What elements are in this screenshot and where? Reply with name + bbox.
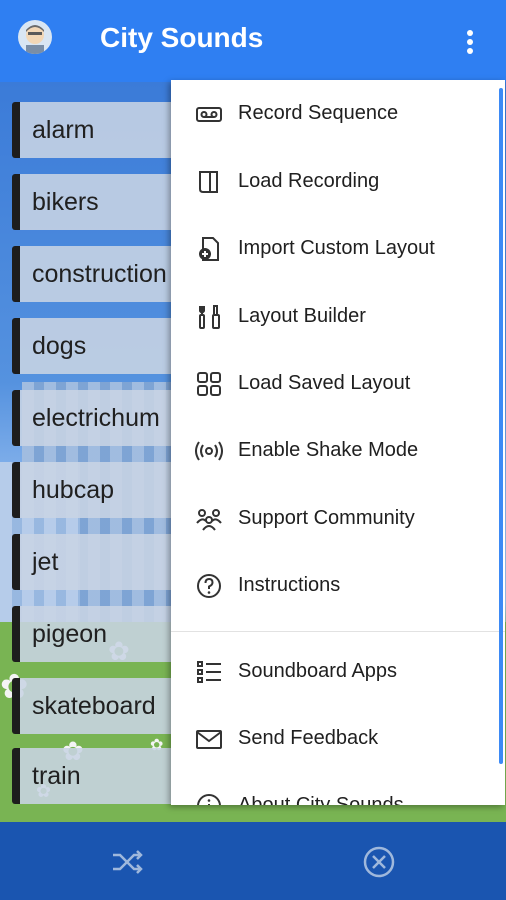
list-icon	[197, 661, 221, 683]
load-file-icon	[199, 171, 218, 193]
app-logo-avatar[interactable]	[18, 20, 52, 54]
community-icon	[196, 509, 222, 531]
menu-label: Instructions	[238, 574, 341, 596]
menu-label: About City Sounds	[238, 794, 404, 805]
menu-label: Support Community	[238, 507, 415, 529]
stop-icon[interactable]	[361, 844, 397, 880]
menu-label: Send Feedback	[238, 727, 379, 749]
grid-icon	[197, 372, 221, 396]
menu-item-enable-shake-mode[interactable]: Enable Shake Mode	[171, 421, 505, 481]
app-title: City Sounds	[100, 22, 264, 53]
menu-label: Load Saved Layout	[238, 372, 411, 394]
menu-item-send-feedback[interactable]: Send Feedback	[171, 709, 505, 769]
info-icon	[197, 794, 221, 805]
vibration-icon	[195, 441, 223, 461]
menu-item-load-saved-layout[interactable]: Load Saved Layout	[171, 354, 505, 414]
import-icon	[199, 237, 219, 261]
menu-item-instructions[interactable]: Instructions	[171, 556, 505, 616]
menu-scrollbar[interactable]	[499, 88, 503, 764]
menu-item-layout-builder[interactable]: Layout Builder	[171, 287, 505, 347]
menu-item-record-sequence[interactable]: Record Sequence	[171, 84, 505, 144]
menu-item-support-community[interactable]: Support Community	[171, 489, 505, 549]
menu-label: Soundboard Apps	[238, 660, 398, 682]
menu-label: Import Custom Layout	[238, 237, 435, 259]
bottom-bar	[0, 822, 506, 900]
help-icon	[197, 574, 221, 598]
overflow-menu-icon[interactable]	[455, 22, 485, 62]
menu-item-import-custom-layout[interactable]: Import Custom Layout	[171, 219, 505, 279]
layout-builder-icon	[199, 305, 220, 329]
menu-item-soundboard-apps[interactable]: Soundboard Apps	[171, 642, 505, 702]
menu-item-load-recording[interactable]: Load Recording	[171, 152, 505, 212]
app-bar: City Sounds	[0, 0, 506, 82]
menu-label: Layout Builder	[238, 305, 366, 327]
menu-label: Record Sequence	[238, 102, 399, 124]
mail-icon	[196, 730, 222, 749]
menu-label: Load Recording	[238, 170, 380, 192]
menu-label: Enable Shake Mode	[238, 439, 419, 461]
menu-divider	[171, 631, 505, 632]
menu-item-about[interactable]: About City Sounds	[171, 776, 505, 805]
tape-icon	[196, 107, 222, 122]
overflow-popup-menu: Record Sequence Load Recording Import Cu…	[171, 80, 505, 805]
shuffle-icon[interactable]	[110, 844, 146, 880]
